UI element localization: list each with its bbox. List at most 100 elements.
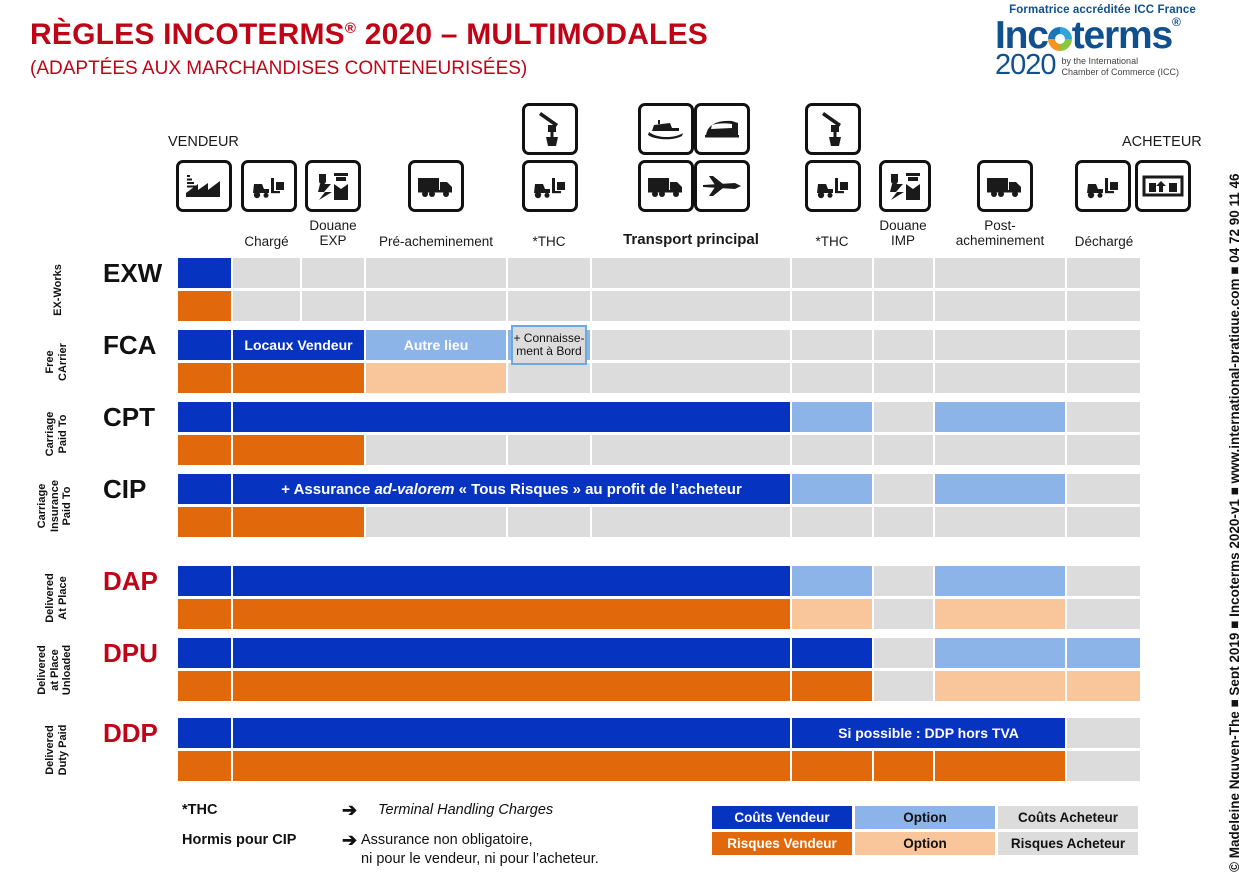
row-description-line: Free bbox=[44, 349, 56, 374]
cell-fca-risks-thc_exp bbox=[508, 363, 590, 393]
cell-cip-risks-pre_carr bbox=[366, 507, 506, 537]
cell-fca-costs-origin bbox=[178, 330, 231, 360]
row-description-line: at Place bbox=[48, 648, 61, 691]
row-description-line: Delivered bbox=[44, 572, 56, 623]
cell-exw-costs-thc_exp bbox=[508, 258, 590, 288]
cell-exw-costs-main bbox=[592, 258, 790, 288]
cell-cpt-risks-cust_imp bbox=[874, 435, 933, 465]
cell-cpt-risks-origin bbox=[178, 435, 231, 465]
row-description-dap: Delivered At Place bbox=[44, 558, 76, 638]
cell-dap-risks-thc_imp bbox=[792, 599, 872, 629]
cell-fca-costs-thc_imp bbox=[792, 330, 872, 360]
fca-bill-of-lading-callout: + Connaisse-ment à Bord bbox=[511, 325, 587, 365]
incoterms-grid: Locaux Vendeur Autre lieu + Connaisse-ment… bbox=[0, 0, 1239, 882]
legend-option-costs: Option bbox=[855, 806, 995, 829]
row-description-cip: Carriage Insurance Paid To bbox=[36, 466, 84, 546]
cell-ddp-tva-band: Si possible : DDP hors TVA bbox=[792, 718, 1065, 748]
fca-callout-line2: ment à Bord bbox=[516, 344, 582, 358]
cip-insurance-text: + Assurance ad-valorem « Tous Risques » … bbox=[281, 480, 742, 498]
row-description-dpu: Delivered at Place Unloaded bbox=[36, 630, 84, 710]
cell-cip-risks-unloaded bbox=[1067, 507, 1140, 537]
cell-cpt-costs-unloaded bbox=[1067, 402, 1140, 432]
cell-cip-costs-thc_imp bbox=[792, 474, 872, 504]
cell-dpu-costs-unloaded bbox=[1067, 638, 1140, 668]
cell-fca-costs-main bbox=[592, 330, 790, 360]
cell-dpu-risks-unloaded bbox=[1067, 671, 1140, 701]
cell-exw-risks-pre_carr bbox=[366, 291, 506, 321]
cell-fca-autre-lieu: Autre lieu bbox=[366, 330, 506, 360]
footnote-2-term: Hormis pour CIP bbox=[182, 832, 297, 848]
row-description-ddp: Delivered Duty Paid bbox=[44, 710, 76, 790]
cell-dpu-costs-cust_imp bbox=[874, 638, 933, 668]
cell-dap-risks-unloaded bbox=[1067, 599, 1140, 629]
footnote-2-text-line2: ni pour le vendeur, ni pour l’acheteur. bbox=[361, 851, 599, 867]
cell-fca-risk-locaux bbox=[233, 363, 364, 393]
cell-exw-costs-cust_exp bbox=[302, 258, 364, 288]
cell-exw-risks-unloaded bbox=[1067, 291, 1140, 321]
row-code-dpu: DPU bbox=[103, 637, 158, 668]
cell-cip-costs-unloaded bbox=[1067, 474, 1140, 504]
cell-ddp-costs-unloaded bbox=[1067, 718, 1140, 748]
row-description-exw: EX-Works bbox=[52, 250, 68, 330]
cell-dpu-costs-origin bbox=[178, 638, 231, 668]
cell-exw-risks-main bbox=[592, 291, 790, 321]
row-code-dap: DAP bbox=[103, 565, 158, 596]
cell-ddp-costs-band bbox=[233, 718, 790, 748]
cell-cip-risks-post_carr bbox=[935, 507, 1065, 537]
footnote-2-text-line1: Assurance non obligatoire, bbox=[361, 832, 533, 848]
cell-cpt-costs-post_carr bbox=[935, 402, 1065, 432]
cell-exw-costs-unloaded bbox=[1067, 258, 1140, 288]
cell-exw-costs-post_carr bbox=[935, 258, 1065, 288]
cell-dap-costs-cust_imp bbox=[874, 566, 933, 596]
cell-fca-risks-post_carr bbox=[935, 363, 1065, 393]
cell-fca-risks-unloaded bbox=[1067, 363, 1140, 393]
cell-ddp-risks-post_carr bbox=[935, 751, 1065, 781]
row-description-line: Carriage bbox=[36, 483, 48, 528]
cell-fca-costs-unloaded bbox=[1067, 330, 1140, 360]
incoterms-poster: RÈGLES INCOTERMS® 2020 – MULTIMODALES (A… bbox=[0, 0, 1239, 882]
row-description-line: Unloaded bbox=[61, 644, 73, 695]
cell-dap-risks-post_carr bbox=[935, 599, 1065, 629]
row-code-exw: EXW bbox=[103, 257, 163, 288]
cell-ddp-risks-unloaded bbox=[1067, 751, 1140, 781]
cell-exw-risks-cust_imp bbox=[874, 291, 933, 321]
cell-cpt-risks-band bbox=[233, 435, 364, 465]
row-description-line: Paid To bbox=[56, 414, 69, 453]
cell-cip-insurance-band: + Assurance ad-valorem « Tous Risques » … bbox=[233, 474, 790, 504]
legend-row-risks: Risques Vendeur Option Risques Acheteur bbox=[712, 832, 1138, 855]
legend-row-costs: Coûts Vendeur Option Coûts Acheteur bbox=[712, 806, 1138, 829]
cell-ddp-risks-cust_imp bbox=[874, 751, 933, 781]
cell-dap-costs-post_carr bbox=[935, 566, 1065, 596]
cell-cip-risks-origin bbox=[178, 507, 231, 537]
cell-cpt-risks-thc_exp bbox=[508, 435, 590, 465]
cell-exw-costs-origin bbox=[178, 258, 231, 288]
cell-exw-risks-cust_exp bbox=[302, 291, 364, 321]
cell-exw-risks-thc_exp bbox=[508, 291, 590, 321]
cell-exw-risks-loaded bbox=[233, 291, 300, 321]
cell-exw-risks-post_carr bbox=[935, 291, 1065, 321]
row-description-line: Carriage bbox=[44, 411, 56, 456]
row-description-line: At Place bbox=[56, 575, 69, 620]
cell-cip-risks-thc_imp bbox=[792, 507, 872, 537]
cell-fca-risks-cust_imp bbox=[874, 363, 933, 393]
cell-dap-costs-band bbox=[233, 566, 790, 596]
cell-fca-costs-post_carr bbox=[935, 330, 1065, 360]
cell-exw-costs-pre_carr bbox=[366, 258, 506, 288]
cell-cip-costs-post_carr bbox=[935, 474, 1065, 504]
footnote-1-text: Terminal Handling Charges bbox=[378, 802, 554, 818]
row-description-line: Delivered bbox=[44, 724, 56, 775]
row-code-fca: FCA bbox=[103, 329, 157, 360]
cell-fca-risks-main bbox=[592, 363, 790, 393]
footnote-1-term: *THC bbox=[182, 802, 218, 818]
cell-cpt-risks-unloaded bbox=[1067, 435, 1140, 465]
cell-exw-costs-loaded bbox=[233, 258, 300, 288]
cell-cpt-costs-origin bbox=[178, 402, 231, 432]
footnote-2-arrow-icon: ➔ bbox=[342, 830, 358, 850]
cell-ddp-risks-origin bbox=[178, 751, 231, 781]
fca-locaux-label: Locaux Vendeur bbox=[244, 337, 353, 353]
legend-buyer-costs: Coûts Acheteur bbox=[998, 806, 1138, 829]
cell-dap-costs-unloaded bbox=[1067, 566, 1140, 596]
row-description-line: Insurance bbox=[48, 479, 61, 532]
cell-dpu-risks-origin bbox=[178, 671, 231, 701]
ddp-tva-label: Si possible : DDP hors TVA bbox=[838, 725, 1019, 741]
